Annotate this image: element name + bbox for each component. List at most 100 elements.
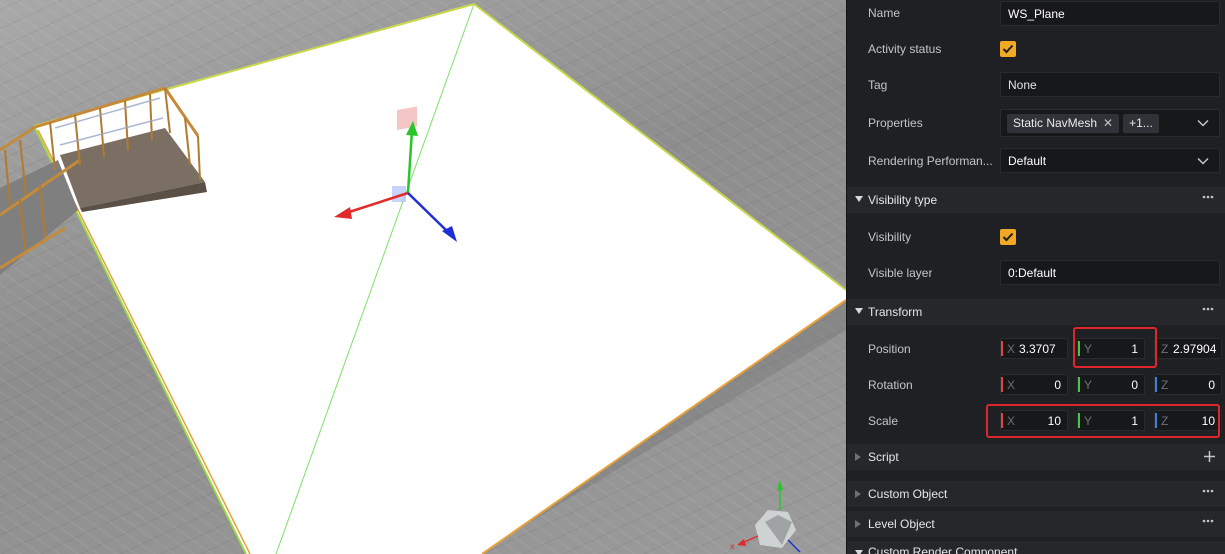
custom-render-component-title: Custom Render Component — [868, 545, 1018, 554]
y-axis-bar — [1078, 413, 1080, 428]
x-axis-bar — [1001, 341, 1003, 356]
name-input[interactable]: WS_Plane — [1000, 1, 1220, 26]
rendering-performance-label: Rendering Performan... — [868, 154, 993, 168]
rotation-z-field[interactable]: Z 0 — [1154, 374, 1222, 395]
scene-viewport[interactable]: x — [0, 0, 846, 554]
rotation-row: Rotation X 0 Y 0 Z 0 — [847, 367, 1225, 403]
position-x-value: 3.3707 — [1019, 341, 1056, 356]
scale-label: Scale — [868, 414, 899, 428]
activity-status-label: Activity status — [868, 42, 942, 56]
visibility-type-title: Visibility type — [868, 193, 938, 207]
visible-layer-label: Visible layer — [868, 266, 933, 280]
rotation-label: Rotation — [868, 378, 913, 392]
scale-y-value: 1 — [1131, 413, 1138, 428]
collapse-triangle-icon — [855, 196, 863, 202]
visibility-label: Visibility — [868, 230, 912, 244]
more-options-icon[interactable] — [1202, 489, 1214, 493]
tag-label: Tag — [868, 78, 888, 92]
scale-z-field[interactable]: Z 10 — [1154, 410, 1222, 431]
visible-layer-row: Visible layer 0:Default — [847, 255, 1225, 291]
z-axis-label: Z — [1161, 413, 1169, 428]
position-z-field[interactable]: Z 2.97904 — [1154, 338, 1222, 359]
level-object-section-header[interactable]: Level Object — [847, 511, 1225, 537]
scene-canvas[interactable]: x — [0, 0, 846, 554]
script-section-header[interactable]: Script — [847, 444, 1225, 470]
rendering-performance-value: Default — [1008, 153, 1047, 168]
visibility-type-section-header[interactable]: Visibility type — [847, 187, 1225, 213]
position-label: Position — [868, 342, 911, 356]
visibility-row: Visibility — [847, 219, 1225, 255]
name-label: Name — [868, 6, 901, 20]
x-axis-bar — [1001, 377, 1003, 392]
rotation-x-field[interactable]: X 0 — [1000, 374, 1068, 395]
property-tag-label: Static NavMesh — [1013, 116, 1098, 130]
position-row: Position X 3.3707 Y 1 Z 2.97904 — [847, 331, 1225, 367]
rotation-y-value: 0 — [1131, 377, 1138, 392]
chevron-down-icon — [1197, 157, 1209, 165]
add-icon[interactable] — [1203, 450, 1216, 463]
z-axis-bar — [1155, 413, 1157, 428]
rendering-performance-select[interactable]: Default — [1000, 148, 1220, 173]
position-z-value: 2.97904 — [1173, 341, 1217, 356]
scale-row: Scale X 10 Y 1 Z 10 — [847, 403, 1225, 439]
scene-orientation-gizmo-icon[interactable] — [737, 480, 801, 553]
z-axis-bar — [1155, 377, 1157, 392]
remove-tag-icon[interactable]: ✕ — [1103, 116, 1113, 130]
z-axis-bar — [1155, 341, 1157, 356]
level-object-title: Level Object — [868, 517, 935, 531]
scale-x-field[interactable]: X 10 — [1000, 410, 1068, 431]
expand-triangle-icon — [855, 490, 861, 498]
y-axis-bar — [1078, 341, 1080, 356]
checkmark-icon — [1002, 44, 1014, 54]
y-axis-label: Y — [1084, 341, 1093, 356]
more-options-icon[interactable] — [1202, 195, 1214, 199]
property-tag[interactable]: Static NavMesh ✕ — [1007, 113, 1120, 133]
expand-triangle-icon — [855, 520, 861, 528]
position-x-field[interactable]: X 3.3707 — [1000, 338, 1068, 359]
collapse-triangle-icon — [855, 550, 863, 554]
rendering-performance-row: Rendering Performan... Default — [847, 143, 1225, 179]
scale-z-value: 10 — [1201, 413, 1215, 428]
checkmark-icon — [1002, 232, 1014, 242]
properties-select[interactable]: Static NavMesh ✕ +1... — [1000, 109, 1220, 137]
expand-triangle-icon — [855, 453, 861, 461]
y-axis-label: Y — [1084, 377, 1093, 392]
x-axis-label: X — [1007, 413, 1016, 428]
more-options-icon[interactable] — [1202, 519, 1214, 523]
property-tag-more[interactable]: +1... — [1123, 113, 1159, 133]
more-options-icon[interactable] — [1202, 307, 1214, 311]
custom-render-component-section-header[interactable]: Custom Render Component — [847, 541, 1225, 554]
inspector-panel: Name WS_Plane Activity status Tag None P… — [846, 0, 1225, 554]
tag-row: Tag None — [847, 67, 1225, 103]
collapse-triangle-icon — [855, 308, 863, 314]
activity-status-row: Activity status — [847, 31, 1225, 67]
orientation-axis-label: x — [730, 542, 735, 551]
scale-y-field[interactable]: Y 1 — [1077, 410, 1145, 431]
tag-input[interactable]: None — [1000, 72, 1220, 97]
visible-layer-input[interactable]: 0:Default — [1000, 260, 1220, 285]
selected-plane[interactable] — [34, 4, 846, 554]
rotation-x-value: 0 — [1054, 377, 1061, 392]
rotation-z-value: 0 — [1208, 377, 1215, 392]
custom-object-title: Custom Object — [868, 487, 948, 501]
position-y-field[interactable]: Y 1 — [1077, 338, 1145, 359]
properties-row: Properties Static NavMesh ✕ +1... — [847, 105, 1225, 141]
chevron-down-icon[interactable] — [1197, 119, 1209, 127]
y-axis-bar — [1078, 377, 1080, 392]
activity-status-checkbox[interactable] — [1000, 41, 1016, 57]
visibility-checkbox[interactable] — [1000, 229, 1016, 245]
position-y-value: 1 — [1131, 341, 1138, 356]
z-axis-label: Z — [1161, 341, 1169, 356]
properties-label: Properties — [868, 116, 923, 130]
script-title: Script — [868, 450, 899, 464]
rotation-y-field[interactable]: Y 0 — [1077, 374, 1145, 395]
x-axis-label: X — [1007, 377, 1016, 392]
scale-x-value: 10 — [1047, 413, 1061, 428]
x-axis-label: X — [1007, 341, 1016, 356]
transform-section-header[interactable]: Transform — [847, 299, 1225, 325]
name-row: Name WS_Plane — [847, 0, 1225, 31]
z-axis-label: Z — [1161, 377, 1169, 392]
custom-object-section-header[interactable]: Custom Object — [847, 481, 1225, 507]
y-axis-label: Y — [1084, 413, 1093, 428]
x-axis-bar — [1001, 413, 1003, 428]
